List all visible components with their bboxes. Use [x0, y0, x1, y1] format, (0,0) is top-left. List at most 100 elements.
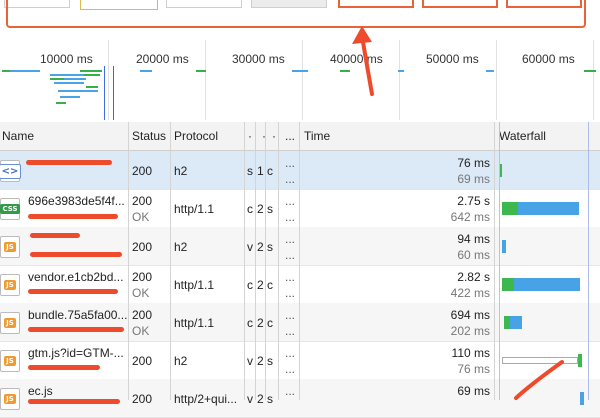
ellipsis: ... — [285, 172, 296, 186]
time-latency: 76 ms — [457, 362, 490, 376]
column-value: 2 — [257, 240, 264, 254]
column-value: 1 — [257, 164, 264, 178]
status-text: OK — [132, 210, 150, 224]
column-value: c — [267, 164, 273, 178]
css-icon: CSS — [0, 198, 20, 220]
ellipsis: ... — [285, 346, 296, 360]
request-name: vendor.e1cb2bd... — [28, 270, 124, 284]
overview-tick: 50000 ms — [426, 52, 479, 66]
column-header-name[interactable]: Name — [2, 129, 34, 143]
protocol: h2 — [174, 240, 188, 254]
column-header-col1[interactable]: · — [248, 129, 252, 143]
status-code: 200 — [132, 270, 153, 284]
html-icon: <> — [0, 160, 22, 182]
time-total: 694 ms — [450, 308, 490, 322]
status-code: 200 — [132, 194, 153, 208]
waterfall-bar — [514, 278, 580, 291]
overview-tick: 10000 ms — [40, 52, 93, 66]
overview-tick: 20000 ms — [136, 52, 189, 66]
waterfall-bar — [580, 392, 584, 405]
time-total: 2.82 s — [457, 270, 490, 284]
column-value: s — [267, 354, 273, 368]
annotation-highlight-box — [6, 0, 586, 28]
js-icon: JS — [0, 350, 20, 372]
ellipsis: ... — [285, 194, 296, 208]
status-code: 200 — [132, 354, 153, 368]
column-header-status[interactable]: Status — [132, 129, 166, 143]
protocol: http/1.1 — [174, 316, 215, 330]
waterfall-bar — [502, 202, 518, 215]
column-value: v — [247, 392, 253, 406]
protocol: http/1.1 — [174, 278, 215, 292]
js-icon: JS — [0, 236, 20, 258]
ellipsis: ... — [285, 156, 296, 170]
network-request-table: Name Status Protocol · · · ... Time Wate… — [0, 122, 600, 418]
time-total: 76 ms — [457, 156, 490, 170]
overview-timeline[interactable]: 10000 ms 20000 ms 30000 ms 40000 ms 5000… — [0, 40, 600, 123]
waterfall-bar — [518, 202, 579, 215]
column-value: 2 — [257, 392, 264, 406]
table-row[interactable]: JS gtm.js?id=GTM-... 200 h2 v 2 s ... ..… — [0, 341, 600, 380]
column-header-waterfall[interactable]: Waterfall — [499, 129, 546, 143]
time-total: 69 ms — [457, 384, 490, 398]
ellipsis: ... — [285, 232, 296, 246]
status-code: 200 — [132, 308, 153, 322]
status-text: OK — [132, 324, 150, 338]
status-code: 200 — [132, 240, 153, 254]
column-value: s — [267, 392, 273, 406]
status-text: OK — [132, 286, 150, 300]
ellipsis: ... — [285, 308, 296, 322]
table-row[interactable]: JS ec.js 200 http/2+qui... v 2 s ... 69 … — [0, 379, 600, 418]
request-name: ec.js — [28, 384, 53, 398]
column-header-more[interactable]: ... — [285, 129, 295, 143]
js-icon: JS — [0, 388, 20, 410]
screenshot-filmstrip — [0, 0, 600, 40]
table-header: Name Status Protocol · · · ... Time Wate… — [0, 122, 600, 151]
overview-tick: 30000 ms — [232, 52, 285, 66]
protocol: h2 — [174, 164, 188, 178]
table-row[interactable]: JS 200 h2 v 2 s ... ... 94 ms 60 ms — [0, 227, 600, 266]
column-value: v — [247, 354, 253, 368]
table-row[interactable]: JS bundle.75a5fa00... 200 OK http/1.1 c … — [0, 303, 600, 342]
table-row[interactable]: CSS 696e3983de5f4f... 200 OK http/1.1 c … — [0, 189, 600, 228]
status-code: 200 — [132, 164, 153, 178]
ellipsis: ... — [285, 286, 296, 300]
column-value: 2 — [257, 354, 264, 368]
waterfall-bar — [502, 240, 506, 253]
protocol: http/2+qui... — [174, 392, 238, 406]
column-value: s — [267, 202, 273, 216]
column-value: 2 — [257, 202, 264, 216]
request-name: bundle.75a5fa00... — [28, 308, 128, 322]
column-header-time[interactable]: Time — [304, 129, 330, 143]
protocol: h2 — [174, 354, 188, 368]
time-total: 94 ms — [457, 232, 490, 246]
column-header-col3[interactable]: · — [272, 129, 276, 143]
column-value: s — [267, 240, 273, 254]
time-latency: 60 ms — [457, 248, 490, 262]
time-latency: 69 ms — [457, 172, 490, 186]
ellipsis: ... — [285, 270, 296, 284]
time-latency: 642 ms — [450, 210, 490, 224]
overview-tick: 40000 ms — [330, 52, 383, 66]
ellipsis: ... — [285, 248, 296, 262]
waterfall-bar — [502, 278, 514, 291]
column-header-protocol[interactable]: Protocol — [174, 129, 218, 143]
column-value: s — [247, 164, 253, 178]
column-value: v — [247, 240, 253, 254]
status-code: 200 — [132, 392, 153, 406]
time-total: 110 ms — [451, 346, 490, 360]
waterfall-bar — [502, 357, 578, 364]
js-icon: JS — [0, 274, 20, 296]
time-latency: 202 ms — [450, 324, 490, 338]
column-value: c — [267, 278, 273, 292]
time-total: 2.75 s — [457, 194, 490, 208]
protocol: http/1.1 — [174, 202, 215, 216]
column-value: c — [247, 278, 253, 292]
table-row[interactable]: JS vendor.e1cb2bd... 200 OK http/1.1 c 2… — [0, 265, 600, 304]
table-row[interactable]: <> 200 h2 s 1 c ... ... 76 ms 69 ms — [0, 151, 600, 190]
column-value: 2 — [257, 316, 264, 330]
ellipsis: ... — [285, 384, 296, 398]
request-name: 696e3983de5f4f... — [28, 194, 125, 208]
waterfall-bar — [510, 316, 522, 329]
time-latency: 422 ms — [450, 286, 490, 300]
